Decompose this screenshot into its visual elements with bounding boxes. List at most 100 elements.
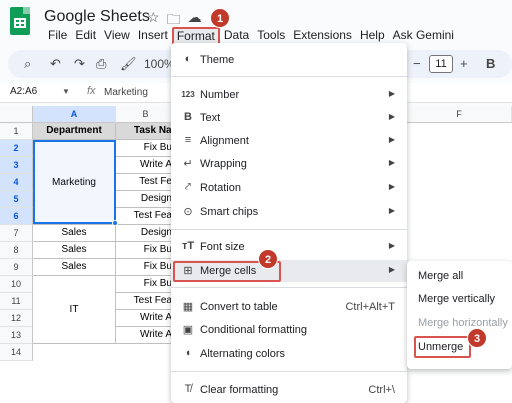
table-cell[interactable]: Design <box>116 191 176 208</box>
table-cell[interactable]: Fix Bu <box>116 140 176 157</box>
menu-item-label: Font size <box>200 241 245 253</box>
table-cell[interactable]: Write A <box>116 310 176 327</box>
row-header[interactable]: 11 <box>0 293 33 310</box>
menu-insert[interactable]: Insert <box>134 27 172 45</box>
select-all-corner[interactable] <box>0 106 33 123</box>
shortcut-label: Ctrl+\ <box>368 384 395 396</box>
menu-item-label: Wrapping <box>200 158 247 170</box>
menu-item-label: Alignment <box>200 135 249 147</box>
submenu-item-merge-all[interactable]: Merge all <box>418 270 463 282</box>
row-header[interactable]: 3 <box>0 157 33 174</box>
menu-view[interactable]: View <box>100 27 134 45</box>
paint-format-icon[interactable]: 🖌 <box>120 56 137 72</box>
menu-item-text[interactable]: B Text ▶ <box>171 107 407 129</box>
row-header[interactable]: 5 <box>0 191 33 208</box>
cell-sales[interactable]: Sales <box>33 259 116 276</box>
menu-divider <box>171 229 407 230</box>
table-icon: ▦ <box>182 301 194 313</box>
menu-item-font-size[interactable]: тT Font size ▶ <box>171 236 407 258</box>
table-cell[interactable]: Test Fea <box>116 293 176 310</box>
fx-icon: fx <box>87 85 96 97</box>
submenu-arrow-icon: ▶ <box>388 265 395 274</box>
redo-icon[interactable]: ↷ <box>74 56 85 72</box>
table-cell[interactable]: Fix Bu <box>116 276 176 293</box>
cell-it[interactable]: IT <box>33 276 116 344</box>
step-badge-2: 2 <box>258 249 278 269</box>
name-box-dropdown-icon[interactable]: ▼ <box>62 87 70 96</box>
menu-item-label: Alternating colors <box>200 348 285 360</box>
menu-item-label: Number <box>200 89 240 101</box>
menu-item-label: Smart chips <box>200 206 259 218</box>
row-header[interactable]: 9 <box>0 259 33 276</box>
menu-divider <box>171 76 407 77</box>
menu-item-conditional-formatting[interactable]: ▣ Conditional formatting <box>171 319 407 341</box>
header-cell-task-name[interactable]: Task Na <box>116 123 176 140</box>
menu-item-number[interactable]: 123 Number ▶ <box>171 84 407 106</box>
name-box[interactable]: A2:A6 <box>10 86 37 97</box>
table-cell[interactable]: Fix Bu <box>116 242 176 259</box>
row-header[interactable]: 2 <box>0 140 33 157</box>
table-cell[interactable]: Design <box>116 225 176 242</box>
row-header[interactable]: 10 <box>0 276 33 293</box>
row-header[interactable]: 12 <box>0 310 33 327</box>
menu-item-label: Conditional formatting <box>200 324 308 336</box>
droplet-icon: ◖ <box>184 347 192 359</box>
menu-item-rotation[interactable]: ⤤ Rotation ▶ <box>171 177 407 199</box>
column-header-f[interactable]: F <box>407 106 512 123</box>
decrease-font-size-button[interactable]: − <box>413 56 421 71</box>
sheets-logo-icon[interactable] <box>10 7 30 35</box>
table-cell[interactable]: Fix Bu <box>116 259 176 276</box>
menu-item-theme[interactable]: ◐ Theme <box>171 49 407 71</box>
row-header[interactable]: 13 <box>0 327 33 344</box>
menu-item-smart-chips[interactable]: ⊙ Smart chips ▶ <box>171 201 407 223</box>
cell-sales[interactable]: Sales <box>33 225 116 242</box>
table-cell[interactable]: Write A <box>116 327 176 344</box>
menu-item-merge-cells[interactable]: ⊞ Merge cells ▶ <box>171 260 407 282</box>
menu-item-convert-to-table[interactable]: ▦ Convert to table Ctrl+Alt+T <box>171 296 407 318</box>
table-cell[interactable]: Test Fe <box>116 174 176 191</box>
submenu-arrow-icon: ▶ <box>388 135 395 144</box>
cell-sales[interactable]: Sales <box>33 242 116 259</box>
submenu-item-merge-vertically[interactable]: Merge vertically <box>418 293 495 305</box>
font-size-icon: тT <box>181 240 195 252</box>
table-cell[interactable]: Test Fea <box>116 208 176 225</box>
row-header[interactable]: 14 <box>0 344 33 361</box>
column-header-a[interactable]: A <box>33 106 116 123</box>
column-header-b[interactable]: B <box>116 106 176 123</box>
submenu-item-unmerge[interactable]: Unmerge <box>418 341 463 353</box>
menu-item-wrapping[interactable]: ↵ Wrapping ▶ <box>171 153 407 175</box>
bold-button[interactable]: B <box>486 56 495 71</box>
step-badge-1: 1 <box>210 8 230 28</box>
format-menu: ◐ Theme 123 Number ▶ B Text ▶ ≡ Alignmen… <box>171 43 407 403</box>
palette-icon: ◐ <box>184 53 192 65</box>
row-header[interactable]: 8 <box>0 242 33 259</box>
search-icon[interactable]: ⌕ <box>24 56 31 72</box>
row-header[interactable]: 4 <box>0 174 33 191</box>
submenu-arrow-icon: ▶ <box>388 89 395 98</box>
wrap-icon: ↵ <box>183 158 193 170</box>
menu-item-alignment[interactable]: ≡ Alignment ▶ <box>171 130 407 152</box>
table-cell[interactable]: Write A <box>116 157 176 174</box>
menu-item-alternating-colors[interactable]: ◖ Alternating colors <box>171 343 407 365</box>
menu-edit[interactable]: Edit <box>71 27 100 45</box>
conditional-icon: ▣ <box>182 324 194 336</box>
menu-file[interactable]: File <box>44 27 71 45</box>
submenu-item-merge-horizontally: Merge horizontally <box>418 317 508 329</box>
formula-input[interactable]: Marketing <box>104 87 148 98</box>
increase-font-size-button[interactable]: + <box>460 56 468 71</box>
document-title[interactable]: Google Sheets <box>44 8 150 26</box>
row-header[interactable]: 1 <box>0 123 33 140</box>
menu-item-clear-formatting[interactable]: T̸ Clear formatting Ctrl+\ <box>171 379 407 401</box>
row-header[interactable]: 7 <box>0 225 33 242</box>
menu-item-label: Text <box>200 112 221 124</box>
font-size-input[interactable]: 11 <box>429 55 453 73</box>
clear-format-icon: T̸ <box>184 383 192 395</box>
fill-handle[interactable] <box>112 220 118 226</box>
header-cell-department[interactable]: Department <box>33 123 116 140</box>
selection-range <box>33 140 116 224</box>
print-icon[interactable]: ⎙ <box>96 56 106 72</box>
submenu-arrow-icon: ▶ <box>388 158 395 167</box>
row-header[interactable]: 6 <box>0 208 33 225</box>
undo-icon[interactable]: ↶ <box>50 56 61 72</box>
submenu-arrow-icon: ▶ <box>388 182 395 191</box>
